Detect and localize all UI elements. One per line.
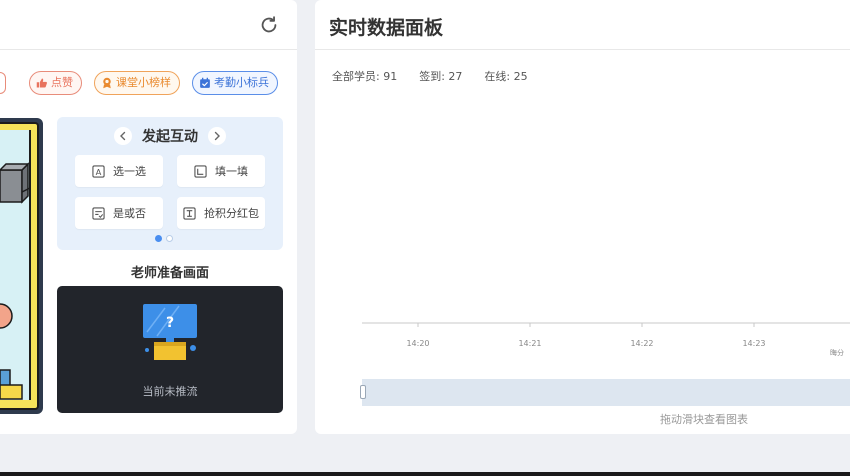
choice-button[interactable]: A 选一选 (75, 155, 163, 187)
fill-blank-button-label: 填一填 (215, 165, 248, 178)
next-page-button[interactable] (208, 127, 226, 145)
refresh-icon[interactable] (258, 14, 280, 36)
svg-text:A: A (96, 166, 102, 176)
stage-frame (0, 122, 39, 410)
svg-text:?: ? (166, 315, 174, 331)
stats-row: 全部学员: 91 签到: 27 在线: 25 (332, 68, 550, 84)
like-tag-label: 点赞 (51, 76, 73, 89)
reward-tag-row: 点赞 课堂小榜样 考勤小标兵 (0, 70, 297, 98)
red-packet-button-label: 抢积分红包 (204, 207, 259, 220)
red-packet-button[interactable]: 抢积分红包 (177, 197, 265, 229)
chart-range-slider-handle[interactable] (360, 385, 366, 399)
red-packet-icon (183, 206, 196, 220)
prep-screen-preview: ? 当前未推流 (57, 286, 283, 413)
x-tick-partial-label: 晦分 (830, 348, 844, 357)
page-dot-1[interactable] (155, 235, 162, 242)
medal-icon (103, 77, 111, 89)
yes-no-icon (92, 206, 105, 220)
yes-no-button-label: 是或否 (113, 207, 146, 220)
chevron-left-icon (120, 131, 126, 141)
choice-icon: A (92, 164, 105, 178)
attendance-tag[interactable]: 考勤小标兵 (192, 71, 278, 95)
x-tick-label: 14:22 (630, 339, 653, 348)
interaction-title-row: 发起互动 (57, 125, 283, 147)
choice-button-label: 选一选 (113, 165, 146, 178)
page-indicator (155, 235, 173, 242)
cartoon-scene-icon (0, 162, 31, 400)
no-stream-illustration-icon: ? (143, 304, 197, 360)
slider-hint-text: 拖动滑块查看图表 (660, 413, 748, 426)
realtime-chart: 14:20 14:21 14:22 14:23 晦分 (362, 322, 850, 357)
x-tick-label: 14:20 (406, 339, 429, 348)
thumbs-up-icon (36, 78, 47, 88)
page-title: 实时数据面板 (329, 17, 444, 39)
stage-scene (0, 130, 31, 400)
stream-status-text: 当前未推流 (142, 385, 198, 398)
x-tick-label: 14:23 (742, 339, 765, 348)
yes-no-button[interactable]: 是或否 (75, 197, 163, 229)
interaction-title: 发起互动 (142, 129, 198, 145)
classroom-stage-image[interactable] (0, 118, 43, 414)
x-tick-label: 14:21 (518, 339, 541, 348)
left-panel: 点赞 课堂小榜样 考勤小标兵 发起互动 A 选一选 填一填 是或否 抢积分红包 … (0, 0, 297, 434)
left-header (0, 0, 297, 50)
role-model-tag[interactable]: 课堂小榜样 (94, 71, 180, 95)
reward-tag-partial[interactable] (0, 72, 6, 94)
prev-page-button[interactable] (114, 127, 132, 145)
x-axis-ticks: 14:20 14:21 14:22 14:23 (406, 323, 766, 348)
bottom-edge-bar (0, 472, 850, 476)
stat-online: 在线: 25 (484, 70, 528, 83)
attendance-tag-label: 考勤小标兵 (214, 76, 269, 89)
like-tag[interactable]: 点赞 (29, 71, 82, 95)
fill-blank-button[interactable]: 填一填 (177, 155, 265, 187)
fill-blank-icon (194, 164, 207, 178)
prep-screen-title: 老师准备画面 (130, 266, 209, 281)
chevron-right-icon (214, 131, 220, 141)
interaction-card: 发起互动 A 选一选 填一填 是或否 抢积分红包 (57, 117, 283, 250)
stat-total-students: 全部学员: 91 (332, 70, 398, 83)
role-model-tag-label: 课堂小榜样 (116, 76, 171, 89)
page-dot-2[interactable] (166, 235, 173, 242)
chart-range-slider-track[interactable] (362, 379, 850, 406)
realtime-data-panel: 实时数据面板 全部学员: 91 签到: 27 在线: 25 14:20 14:21… (315, 0, 850, 434)
stat-checked-in: 签到: 27 (419, 70, 463, 83)
right-header: 实时数据面板 (315, 0, 850, 50)
calendar-check-icon (200, 77, 210, 88)
